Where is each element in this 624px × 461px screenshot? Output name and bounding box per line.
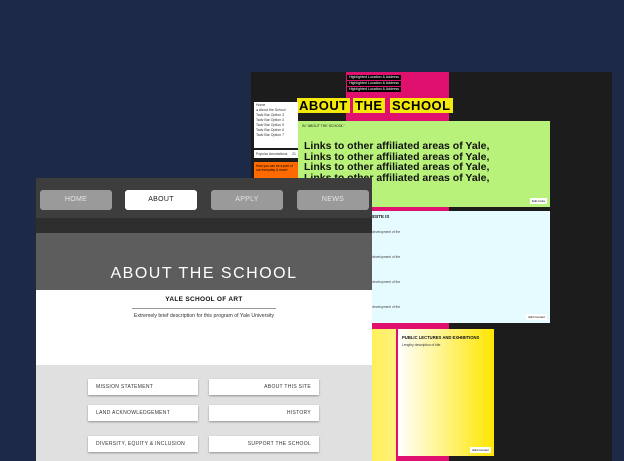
school-subtitle: YALE SCHOOL OF ART: [165, 296, 243, 303]
menu-item-7[interactable]: Tadv Bar Option 7: [256, 133, 296, 138]
nav-news-button[interactable]: NEWS: [297, 190, 369, 210]
lectures-panel-description: Lengthy description of title.: [402, 343, 442, 347]
popular-annotations-count: 21: [292, 152, 296, 156]
back-title-about: ABOUT: [297, 98, 350, 113]
nav-home-button[interactable]: HOME: [40, 190, 112, 210]
hero-banner: ABOUT THE SCHOOL: [36, 233, 372, 290]
support-the-school-button[interactable]: SUPPORT THE SCHOOL: [209, 436, 319, 452]
diversity-equity-inclusion-button[interactable]: DIVERSITY, EQUITY & INCLUSION: [88, 436, 198, 452]
affiliated-links: Links to other affiliated areas of Yale,…: [304, 141, 489, 183]
about-this-site-button[interactable]: ABOUT THIS SITE: [209, 379, 319, 395]
edit-content-tag[interactable]: Edit Content: [526, 314, 547, 320]
nav-apply-button[interactable]: APPLY: [211, 190, 283, 210]
affiliated-link[interactable]: Links to other affiliated areas of Yale,: [304, 141, 489, 152]
land-acknowledgement-button[interactable]: LAND ACKNOWLEDGEMENT: [88, 405, 198, 421]
lectures-panel: PUBLIC LECTURES AND EXHIBITIONS Lengthy …: [398, 329, 494, 456]
highlight-address-1[interactable]: Highlighted Location & Address: [347, 75, 401, 80]
highlight-address-2[interactable]: Highlighted Location & Address: [347, 81, 401, 86]
popular-annotations-label: Popular Annotations: [256, 152, 288, 156]
intro-section: YALE SCHOOL OF ART Extremely brief descr…: [36, 290, 372, 365]
edit-links-tag[interactable]: Edit Links: [529, 198, 547, 204]
lectures-panel-heading: PUBLIC LECTURES AND EXHIBITIONS: [402, 335, 480, 340]
front-page-mockup: HOME ABOUT APPLY NEWS ABOUT THE SCHOOL Y…: [36, 178, 372, 461]
affiliated-link[interactable]: Links to other affiliated areas of Yale,: [304, 162, 489, 173]
back-title-school: SCHOOL: [390, 98, 453, 113]
school-description: Extremely brief description for this pro…: [133, 313, 275, 319]
links-panel-breadcrumb: IN "ABOUT THE SCHOOL": [302, 124, 345, 128]
back-title-the: THE: [353, 98, 385, 113]
side-menu: Home ● About the School Tadv Bar Option …: [254, 102, 298, 148]
nav-about-button[interactable]: ABOUT: [125, 190, 197, 210]
divider: [132, 308, 276, 309]
top-nav: HOME ABOUT APPLY NEWS: [36, 178, 372, 218]
orange-note[interactable]: How you can be a part of our everyday & …: [254, 162, 298, 178]
highlight-address-3[interactable]: Highlighted Location & Address: [347, 87, 401, 92]
popular-annotations[interactable]: Popular Annotations 21: [254, 150, 298, 158]
mission-statement-button[interactable]: MISSION STATEMENT: [88, 379, 198, 395]
page-title: ABOUT THE SCHOOL: [110, 265, 298, 282]
menu-item-about-label: About the School: [258, 108, 286, 112]
lectures-edit-tag[interactable]: Edit Content: [470, 447, 491, 453]
history-button[interactable]: HISTORY: [209, 405, 319, 421]
nav-stripe: [36, 218, 372, 233]
